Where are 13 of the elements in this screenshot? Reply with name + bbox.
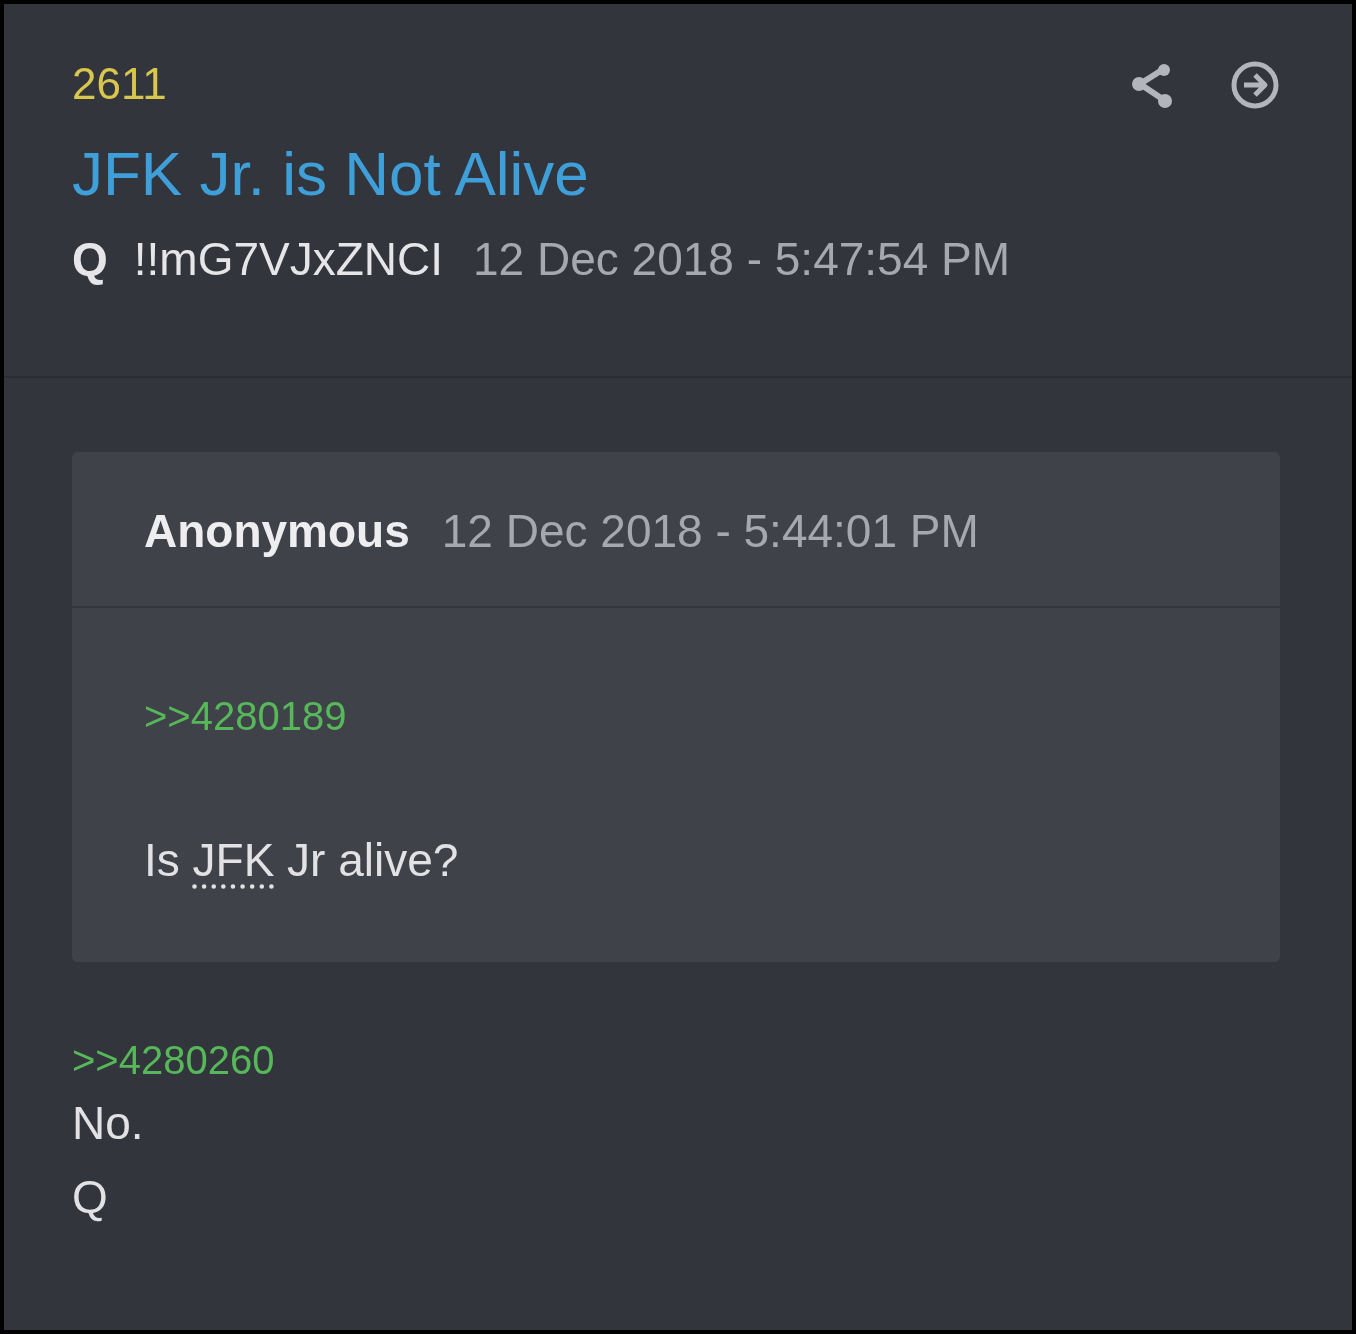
quoted-author: Anonymous bbox=[144, 504, 410, 558]
post-number: 2611 bbox=[72, 58, 167, 110]
post-timestamp: 12 Dec 2018 - 5:47:54 PM bbox=[473, 232, 1011, 286]
post-text-line: No. bbox=[72, 1096, 144, 1151]
arrow-circle-icon[interactable] bbox=[1230, 60, 1280, 110]
post-text-line: Q bbox=[72, 1170, 108, 1225]
quoted-timestamp: 12 Dec 2018 - 5:44:01 PM bbox=[441, 504, 979, 558]
post-reference-link[interactable]: >>4280189 bbox=[144, 690, 347, 742]
post-title[interactable]: JFK Jr. is Not Alive bbox=[72, 134, 589, 214]
tripcode: !!mG7VJxZNCI bbox=[133, 232, 444, 286]
quoted-text: Is JFK Jr alive? bbox=[144, 833, 460, 888]
post-reference-link[interactable]: >>4280260 bbox=[72, 1034, 275, 1086]
author-name: Q bbox=[72, 232, 108, 286]
